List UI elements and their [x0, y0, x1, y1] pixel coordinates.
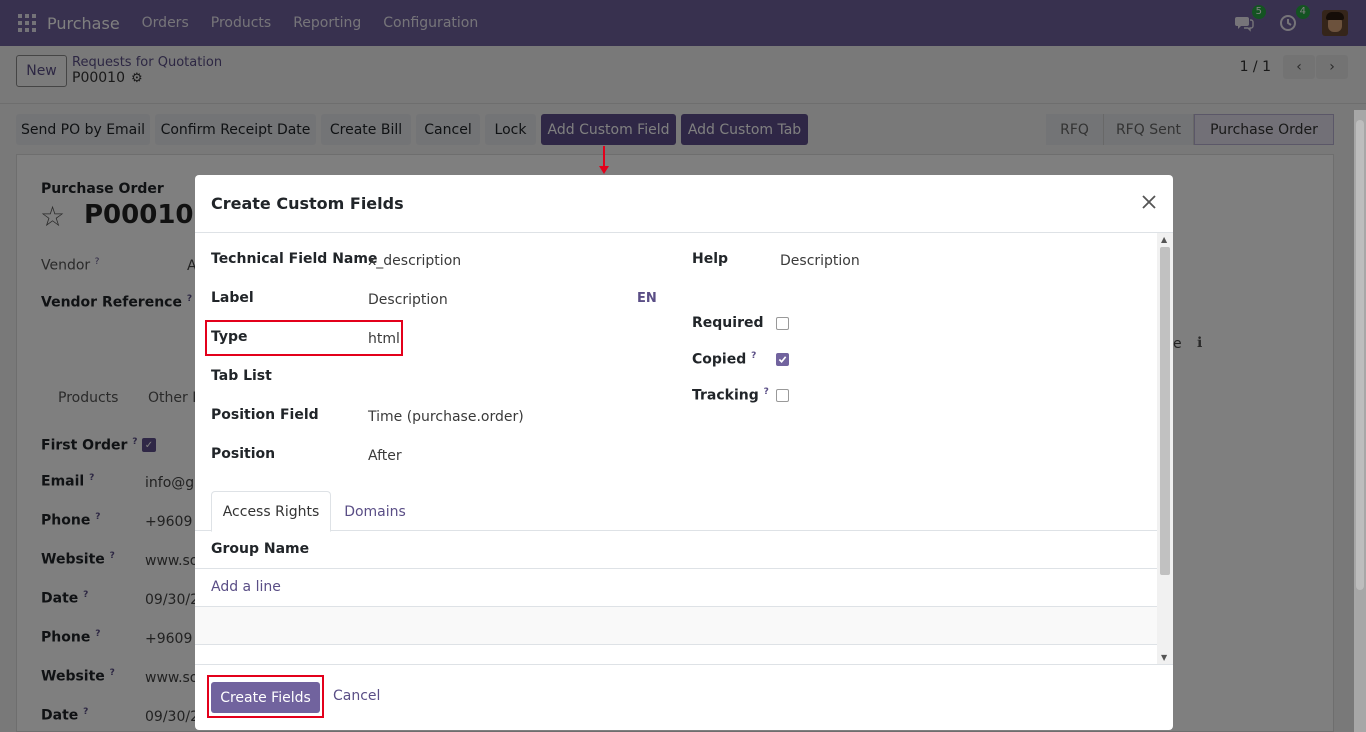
create-custom-fields-dialog: Create Custom Fields Technical Field Nam…: [195, 175, 1173, 730]
highlight-create-box: [207, 675, 324, 718]
label-input[interactable]: Description: [368, 292, 448, 308]
group-table-header: Group Name: [195, 531, 1157, 569]
technical-name-input[interactable]: x_description: [368, 253, 461, 269]
scroll-down-icon[interactable]: ▼: [1161, 653, 1167, 662]
tab-list-label: Tab List: [211, 368, 272, 384]
highlight-type-box: [205, 320, 403, 356]
dialog-title: Create Custom Fields: [211, 194, 404, 213]
language-button[interactable]: EN: [637, 291, 657, 306]
dialog-scrollbar[interactable]: ▲ ▼: [1157, 233, 1173, 664]
tracking-checkbox[interactable]: [776, 389, 789, 402]
tab-access-rights[interactable]: Access Rights: [211, 491, 331, 532]
position-field-label: Position Field: [211, 407, 319, 423]
help-label: Help: [692, 251, 729, 267]
tracking-label: Tracking ?: [692, 387, 769, 404]
close-icon[interactable]: [1139, 192, 1159, 212]
annotation-arrow-head: [599, 166, 609, 174]
position-label: Position: [211, 446, 276, 462]
position-select[interactable]: After: [368, 448, 402, 464]
copied-label: Copied ?: [692, 351, 757, 368]
label-label: Label: [211, 290, 254, 306]
dialog-cancel-button[interactable]: Cancel: [333, 688, 380, 704]
dialog-footer: Create Fields Cancel: [195, 664, 1173, 730]
required-checkbox[interactable]: [776, 317, 789, 330]
help-input[interactable]: Description: [780, 253, 860, 269]
group-name-column[interactable]: Group Name: [211, 541, 309, 557]
dialog-header: Create Custom Fields: [195, 175, 1173, 233]
tab-domains[interactable]: Domains: [333, 491, 417, 532]
dialog-tabs: Access Rights Domains: [195, 491, 1157, 532]
required-label: Required: [692, 315, 764, 331]
page-scrollbar[interactable]: [1354, 110, 1366, 732]
copied-checkbox[interactable]: [776, 353, 789, 366]
group-table-empty-row: [195, 607, 1157, 645]
technical-name-label: Technical Field Name: [211, 251, 378, 267]
position-field-select[interactable]: Time (purchase.order): [368, 409, 524, 425]
group-table-row: Add a line: [195, 569, 1157, 607]
scroll-up-icon[interactable]: ▲: [1161, 235, 1167, 244]
add-line-link[interactable]: Add a line: [211, 579, 281, 595]
annotation-arrow: [603, 146, 605, 168]
